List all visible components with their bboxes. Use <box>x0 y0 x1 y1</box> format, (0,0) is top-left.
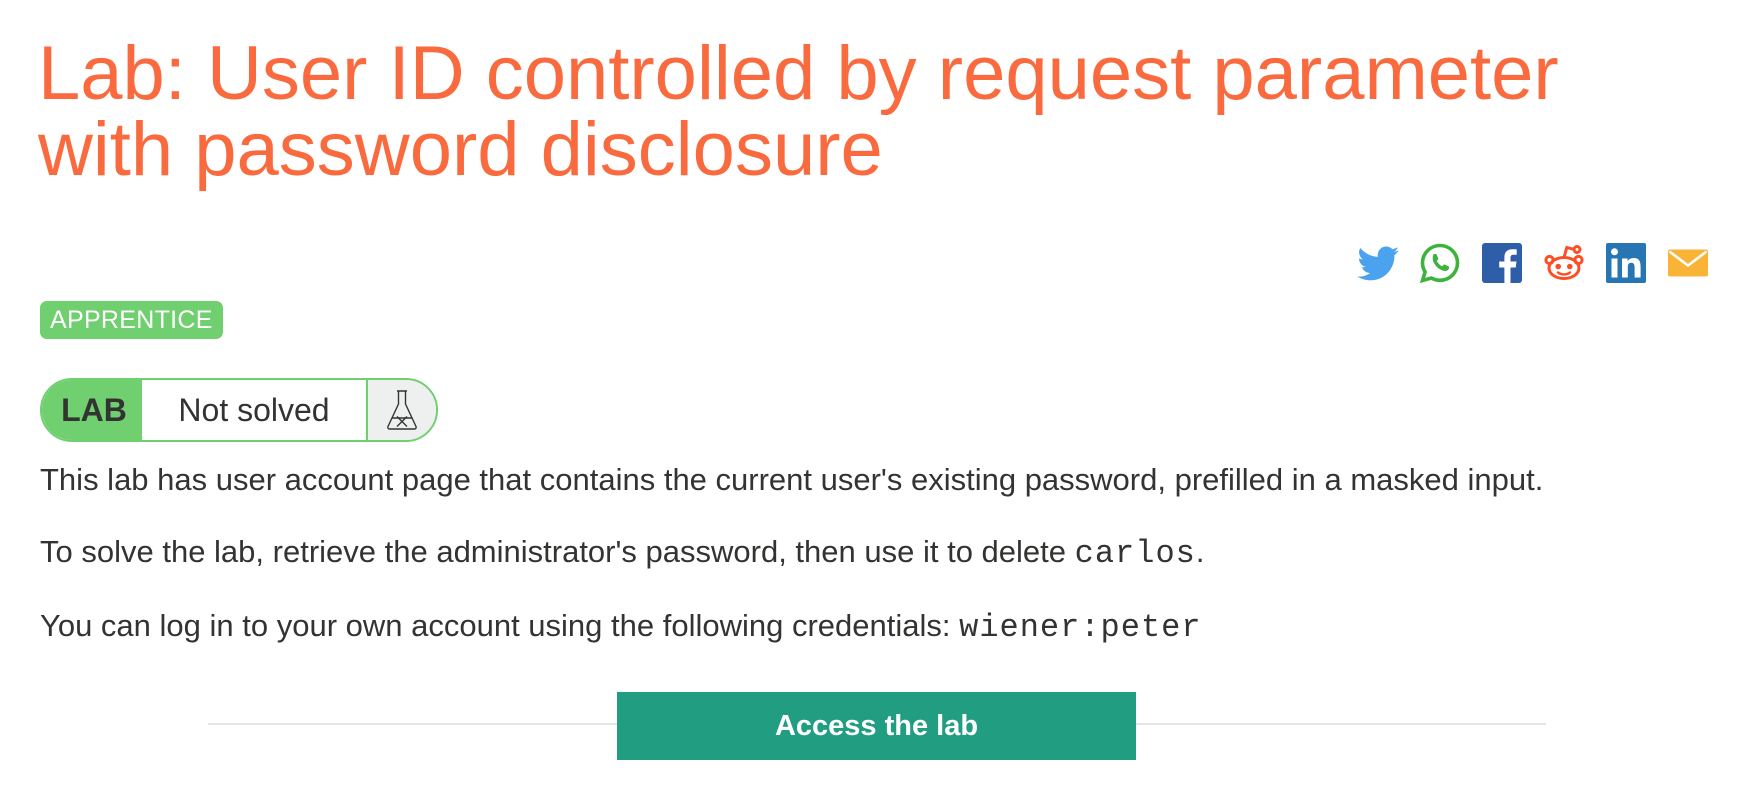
whatsapp-share-link[interactable] <box>1417 240 1463 286</box>
description-paragraph-3: You can log in to your own account using… <box>40 608 1202 646</box>
description-text-1: This lab has user account page that cont… <box>40 462 1544 497</box>
lab-page: Lab: User ID controlled by request param… <box>0 0 1746 788</box>
lab-status-tag: LAB <box>42 380 142 440</box>
access-lab-button[interactable]: Access the lab <box>617 692 1136 760</box>
description-text-2: To solve the lab, retrieve the administr… <box>40 534 1075 569</box>
lab-status-text: Not solved <box>142 380 368 440</box>
description-paragraph-2: To solve the lab, retrieve the administr… <box>40 534 1204 572</box>
email-share-link[interactable] <box>1665 240 1711 286</box>
facebook-share-link[interactable] <box>1479 240 1525 286</box>
twitter-share-link[interactable] <box>1355 240 1401 286</box>
linkedin-share-link[interactable] <box>1603 240 1649 286</box>
description-text-2-end: . <box>1195 534 1205 569</box>
reddit-share-link[interactable] <box>1541 240 1587 286</box>
flask-x-icon <box>387 390 417 430</box>
lab-status-widget: LAB Not solved <box>40 378 438 442</box>
target-username-code: carlos <box>1074 535 1196 572</box>
email-icon <box>1668 249 1708 277</box>
description-paragraph-1: This lab has user account page that cont… <box>40 462 1543 498</box>
reddit-icon <box>1544 245 1584 280</box>
twitter-icon <box>1357 246 1399 281</box>
level-badge: APPRENTICE <box>40 301 223 339</box>
description-text-3: You can log in to your own account using… <box>40 608 960 643</box>
share-icons <box>1355 240 1711 286</box>
page-title: Lab: User ID controlled by request param… <box>38 31 1559 192</box>
facebook-icon <box>1482 243 1522 283</box>
whatsapp-icon <box>1419 243 1460 284</box>
flask-cell <box>368 380 436 440</box>
linkedin-icon <box>1606 243 1646 283</box>
credentials-code: wiener:peter <box>959 609 1202 646</box>
